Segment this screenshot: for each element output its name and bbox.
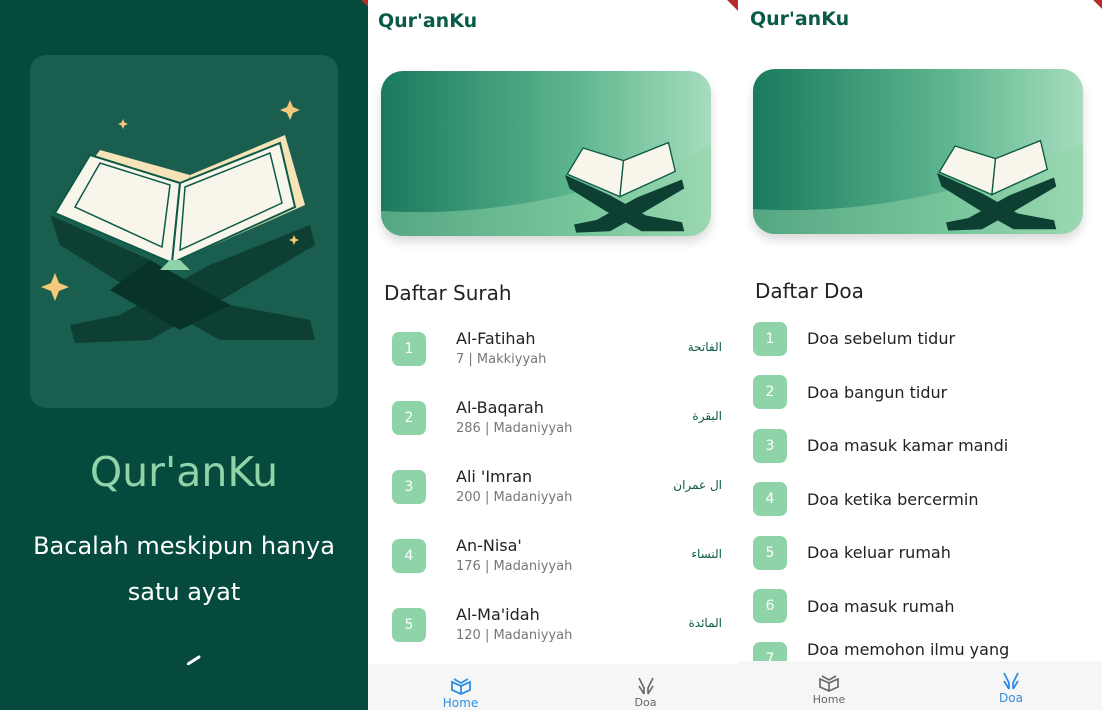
nav-home-label: Home xyxy=(812,693,846,706)
hero-banner xyxy=(381,71,711,236)
surah-item-1[interactable]: 1 Al-Fatihah 7 | Makkiyyah الفاتحة xyxy=(368,319,738,388)
quran-home-icon xyxy=(819,675,839,692)
nav-doa-label: Doa xyxy=(999,691,1023,705)
bottom-navigation: Home Doa xyxy=(368,664,738,710)
surah-arabic-name: ال عمران xyxy=(673,478,722,492)
surah-arabic-name: المائدة xyxy=(688,616,722,630)
doa-name: Doa ketika bercermin xyxy=(807,490,979,509)
doa-screen: Qur'anKu Daftar Doa 1 Doa sebelum tidur … xyxy=(738,0,1102,710)
surah-name: Al-Fatihah xyxy=(456,329,536,348)
surah-meta: 120 | Madaniyyah xyxy=(456,628,573,643)
app-title: Qur'anKu xyxy=(378,10,478,32)
surah-arabic-name: البقرة xyxy=(692,409,722,423)
surah-number-badge: 2 xyxy=(392,401,426,435)
quran-home-icon xyxy=(450,678,471,695)
doa-item-5[interactable]: 5 Doa keluar rumah xyxy=(738,535,1102,588)
surah-item-4[interactable]: 4 An-Nisa' 176 | Madaniyyah النساء xyxy=(368,526,738,595)
surah-name: Al-Ma'idah xyxy=(456,605,540,624)
bottom-navigation: Home Doa xyxy=(738,661,1102,710)
surah-arabic-name: الفاتحة xyxy=(687,340,722,354)
quran-stand-icon xyxy=(41,100,315,343)
splash-subtitle: Bacalah meskipun hanya satu ayat xyxy=(0,523,368,615)
debug-ribbon xyxy=(343,0,368,26)
surah-number-badge: 4 xyxy=(392,539,426,573)
surah-name: An-Nisa' xyxy=(456,536,522,555)
doa-name: Doa masuk rumah xyxy=(807,597,955,616)
nav-home[interactable]: Home xyxy=(368,664,553,710)
app-screenshots: Qur'anKu Bacalah meskipun hanya satu aya… xyxy=(0,0,1102,710)
doa-name: Doa keluar rumah xyxy=(807,543,951,562)
surah-list-title: Daftar Surah xyxy=(384,281,512,305)
nav-doa-label: Doa xyxy=(634,696,657,709)
surah-item-2[interactable]: 2 Al-Baqarah 286 | Madaniyyah البقرة xyxy=(368,388,738,457)
hero-card xyxy=(30,55,338,408)
doa-number-badge: 1 xyxy=(753,322,787,356)
nav-doa[interactable]: Doa xyxy=(553,664,738,710)
doa-item-1[interactable]: 1 Doa sebelum tidur xyxy=(738,321,1102,374)
surah-number-badge: 5 xyxy=(392,608,426,642)
doa-name: Doa masuk kamar mandi xyxy=(807,436,1009,455)
home-screen: Qur'anKu Daftar Surah 1 Al-Fatihah 7 | M… xyxy=(368,0,738,710)
nav-home[interactable]: Home xyxy=(738,661,920,709)
splash-screen: Qur'anKu Bacalah meskipun hanya satu aya… xyxy=(0,0,368,710)
splash-subtitle-line2: satu ayat xyxy=(127,578,241,606)
praying-hands-icon xyxy=(637,677,654,695)
splash-subtitle-line1: Bacalah meskipun hanya xyxy=(33,532,335,560)
doa-number-badge: 2 xyxy=(753,375,787,409)
surah-number-badge: 3 xyxy=(392,470,426,504)
debug-ribbon xyxy=(711,0,738,28)
surah-name: Al-Baqarah xyxy=(456,398,544,417)
doa-item-4[interactable]: 4 Doa ketika bercermin xyxy=(738,481,1102,534)
doa-item-3[interactable]: 3 Doa masuk kamar mandi xyxy=(738,428,1102,481)
doa-number-badge: 4 xyxy=(753,482,787,516)
surah-meta: 200 | Madaniyyah xyxy=(456,490,573,505)
loading-spinner-icon xyxy=(187,655,201,665)
doa-item-2[interactable]: 2 Doa bangun tidur xyxy=(738,374,1102,427)
surah-number-badge: 1 xyxy=(392,332,426,366)
splash-title: Qur'anKu xyxy=(89,448,279,496)
doa-name: Doa sebelum tidur xyxy=(807,329,956,348)
doa-number-badge: 5 xyxy=(753,536,787,570)
doa-list-title: Daftar Doa xyxy=(755,279,864,303)
doa-name: Doa bangun tidur xyxy=(807,383,948,402)
surah-name: Ali 'Imran xyxy=(456,467,533,486)
nav-doa[interactable]: Doa xyxy=(920,661,1102,709)
banner-graphic xyxy=(381,71,711,236)
surah-item-3[interactable]: 3 Ali 'Imran 200 | Madaniyyah ال عمران xyxy=(368,457,738,526)
praying-hands-icon xyxy=(1003,672,1019,690)
doa-item-6[interactable]: 6 Doa masuk rumah xyxy=(738,588,1102,641)
surah-meta: 286 | Madaniyyah xyxy=(456,421,573,436)
banner-graphic xyxy=(753,69,1083,234)
doa-number-badge: 6 xyxy=(753,589,787,623)
hero-banner xyxy=(753,69,1083,234)
doa-number-badge: 3 xyxy=(753,429,787,463)
app-title: Qur'anKu xyxy=(750,8,850,30)
debug-ribbon xyxy=(1075,0,1102,26)
surah-arabic-name: النساء xyxy=(691,547,722,561)
nav-home-label: Home xyxy=(442,696,479,710)
surah-meta: 176 | Madaniyyah xyxy=(456,559,573,574)
doa-name: Doa memohon ilmu yang xyxy=(807,641,1010,659)
surah-meta: 7 | Makkiyyah xyxy=(456,352,547,367)
surah-item-5[interactable]: 5 Al-Ma'idah 120 | Madaniyyah المائدة xyxy=(368,595,738,664)
